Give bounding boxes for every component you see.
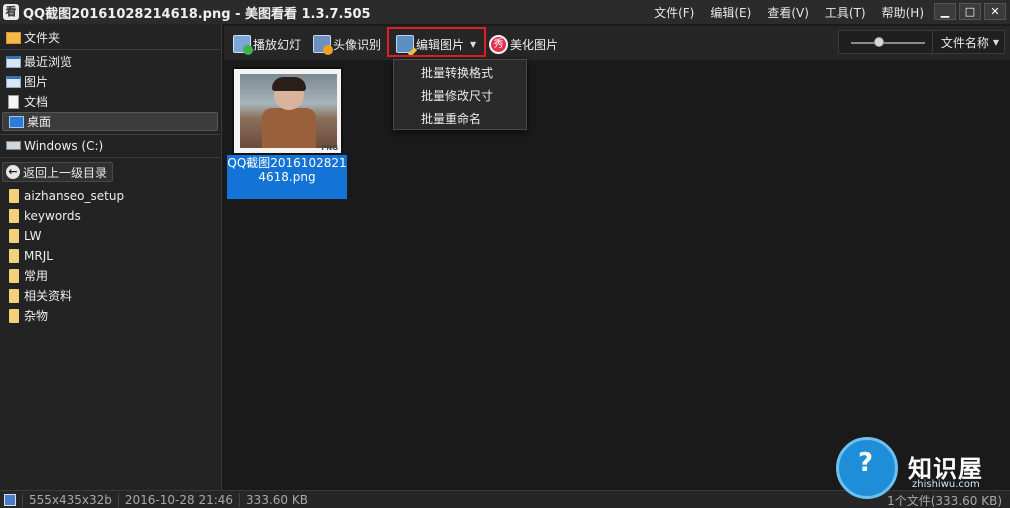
subfolder-label: aizhanseo_setup <box>24 188 125 203</box>
site-watermark: ? 知识屋 zhishiwu.com <box>836 437 1010 499</box>
folder-icon <box>9 288 19 303</box>
sort-label: 文件名称 <box>940 35 989 50</box>
face-recognition-button[interactable]: 头像识别 <box>313 31 381 57</box>
folder-open-icon <box>6 31 21 44</box>
folder-icon <box>9 228 19 243</box>
photo-person-body <box>262 108 316 148</box>
watermark-subtitle: zhishiwu.com <box>912 479 980 490</box>
folder-root-label: 文件夹 <box>24 31 61 45</box>
subfolder-label: 常用 <box>24 269 49 283</box>
sidebar-item-label: 桌面 <box>27 115 52 129</box>
menu-help[interactable]: 帮助(H) <box>874 4 932 21</box>
beautify-image-button[interactable]: 秀 美化图片 <box>489 31 558 57</box>
menu-file[interactable]: 文件(F) <box>646 4 702 21</box>
pictures-window-icon <box>6 75 21 88</box>
chevron-down-icon: ▼ <box>992 37 999 47</box>
thumbnail-photo <box>240 74 337 148</box>
folder-icon <box>9 268 19 283</box>
slider-track <box>851 42 925 44</box>
thumbnail-filename[interactable]: QQ截图20161028214618.png <box>227 155 347 199</box>
image-info-icon <box>4 493 16 506</box>
divider <box>0 157 220 158</box>
watermark-question-glyph: ? <box>858 448 874 478</box>
subfolder-item[interactable]: 常用 <box>0 266 222 285</box>
divider <box>0 49 220 50</box>
window-title: QQ截图20161028214618.png - 美图看看 1.3.7.505 <box>23 6 371 22</box>
sidebar-item-desktop[interactable]: 桌面 <box>2 112 218 131</box>
watermark-logo-icon: ? <box>836 437 898 499</box>
beautify-icon: 秀 <box>489 34 508 54</box>
recent-window-icon <box>6 55 21 68</box>
subfolder-item[interactable]: LW <box>0 226 222 245</box>
photo-person-hair <box>272 77 306 91</box>
maximize-button[interactable]: □ <box>959 3 981 20</box>
menu-tools[interactable]: 工具(T) <box>817 4 874 21</box>
sidebar-item-pictures[interactable]: 图片 <box>0 72 222 91</box>
subfolder-label: LW <box>24 228 42 243</box>
menu-item-batch-rename[interactable]: 批量重命名 <box>421 109 481 129</box>
subfolder-label: 杂物 <box>24 309 49 323</box>
folder-icon <box>9 308 19 323</box>
menu-item-batch-convert[interactable]: 批量转换格式 <box>421 63 493 83</box>
image-thumbnail[interactable]: PNG <box>232 67 343 155</box>
document-icon <box>8 94 19 109</box>
edit-button-highlight <box>387 27 486 57</box>
back-label: 返回上一级目录 <box>23 165 108 180</box>
subfolder-item[interactable]: 相关资料 <box>0 286 222 305</box>
subfolder-item[interactable]: 杂物 <box>0 306 222 325</box>
folder-icon <box>9 188 19 203</box>
beautify-label: 美化图片 <box>510 37 559 52</box>
status-size: 333.60 KB <box>239 492 314 507</box>
divider <box>0 134 220 135</box>
sort-by-dropdown[interactable]: 文件名称 ▼ <box>933 30 1005 54</box>
slideshow-icon <box>233 35 253 55</box>
face-recognition-icon <box>313 35 333 55</box>
drive-icon <box>6 141 21 150</box>
png-badge: PNG <box>321 144 338 152</box>
drive-label: Windows (C:) <box>24 138 104 153</box>
close-button[interactable]: ✕ <box>984 3 1006 20</box>
sidebar-item-label: 最近浏览 <box>24 55 73 69</box>
folder-icon <box>9 248 19 263</box>
folder-root[interactable]: 文件夹 <box>0 28 222 47</box>
subfolder-label: keywords <box>24 208 81 223</box>
minimize-button[interactable]: ▁ <box>934 3 956 20</box>
desktop-icon <box>9 115 24 128</box>
subfolder-label: 相关资料 <box>24 289 73 303</box>
menu-item-batch-resize[interactable]: 批量修改尺寸 <box>421 86 493 106</box>
subfolder-item[interactable]: aizhanseo_setup <box>0 186 222 205</box>
slideshow-button[interactable]: 播放幻灯 <box>233 31 301 57</box>
sidebar-item-documents[interactable]: 文档 <box>0 92 222 111</box>
sidebar-item-recent[interactable]: 最近浏览 <box>0 52 222 71</box>
subfolder-label: MRJL <box>24 248 53 263</box>
sidebar-item-label: 文档 <box>24 95 49 109</box>
slider-knob[interactable] <box>874 37 884 47</box>
menu-view[interactable]: 查看(V) <box>759 4 817 21</box>
status-date: 2016-10-28 21:46 <box>117 492 239 507</box>
face-recognition-label: 头像识别 <box>333 37 382 52</box>
sidebar-item-label: 图片 <box>24 75 49 89</box>
slideshow-label: 播放幻灯 <box>253 37 302 52</box>
app-logo-icon: 看 <box>3 4 19 20</box>
thumbnail-size-slider[interactable] <box>838 30 933 54</box>
subfolder-item[interactable]: MRJL <box>0 246 222 265</box>
edit-image-dropdown-menu: 批量转换格式 批量修改尺寸 批量重命名 <box>393 59 527 130</box>
menu-bar: 文件(F) 编辑(E) 查看(V) 工具(T) 帮助(H) <box>646 0 932 24</box>
drive-c[interactable]: Windows (C:) <box>0 136 222 155</box>
back-to-parent-button[interactable]: ← 返回上一级目录 <box>2 162 114 182</box>
subfolder-item[interactable]: keywords <box>0 206 222 225</box>
title-bar: 看 QQ截图20161028214618.png - 美图看看 1.3.7.50… <box>0 0 1010 24</box>
window-controls: ▁ □ ✕ <box>934 3 1006 20</box>
folder-tree-pane: 文件夹 最近浏览 图片 文档 桌面 Windows (C:) ← 返回上一级目录… <box>0 24 222 490</box>
status-dimensions: 555x435x32b <box>22 492 118 507</box>
folder-icon <box>9 208 19 223</box>
back-arrow-icon: ← <box>6 165 20 179</box>
menu-edit[interactable]: 编辑(E) <box>702 4 759 21</box>
